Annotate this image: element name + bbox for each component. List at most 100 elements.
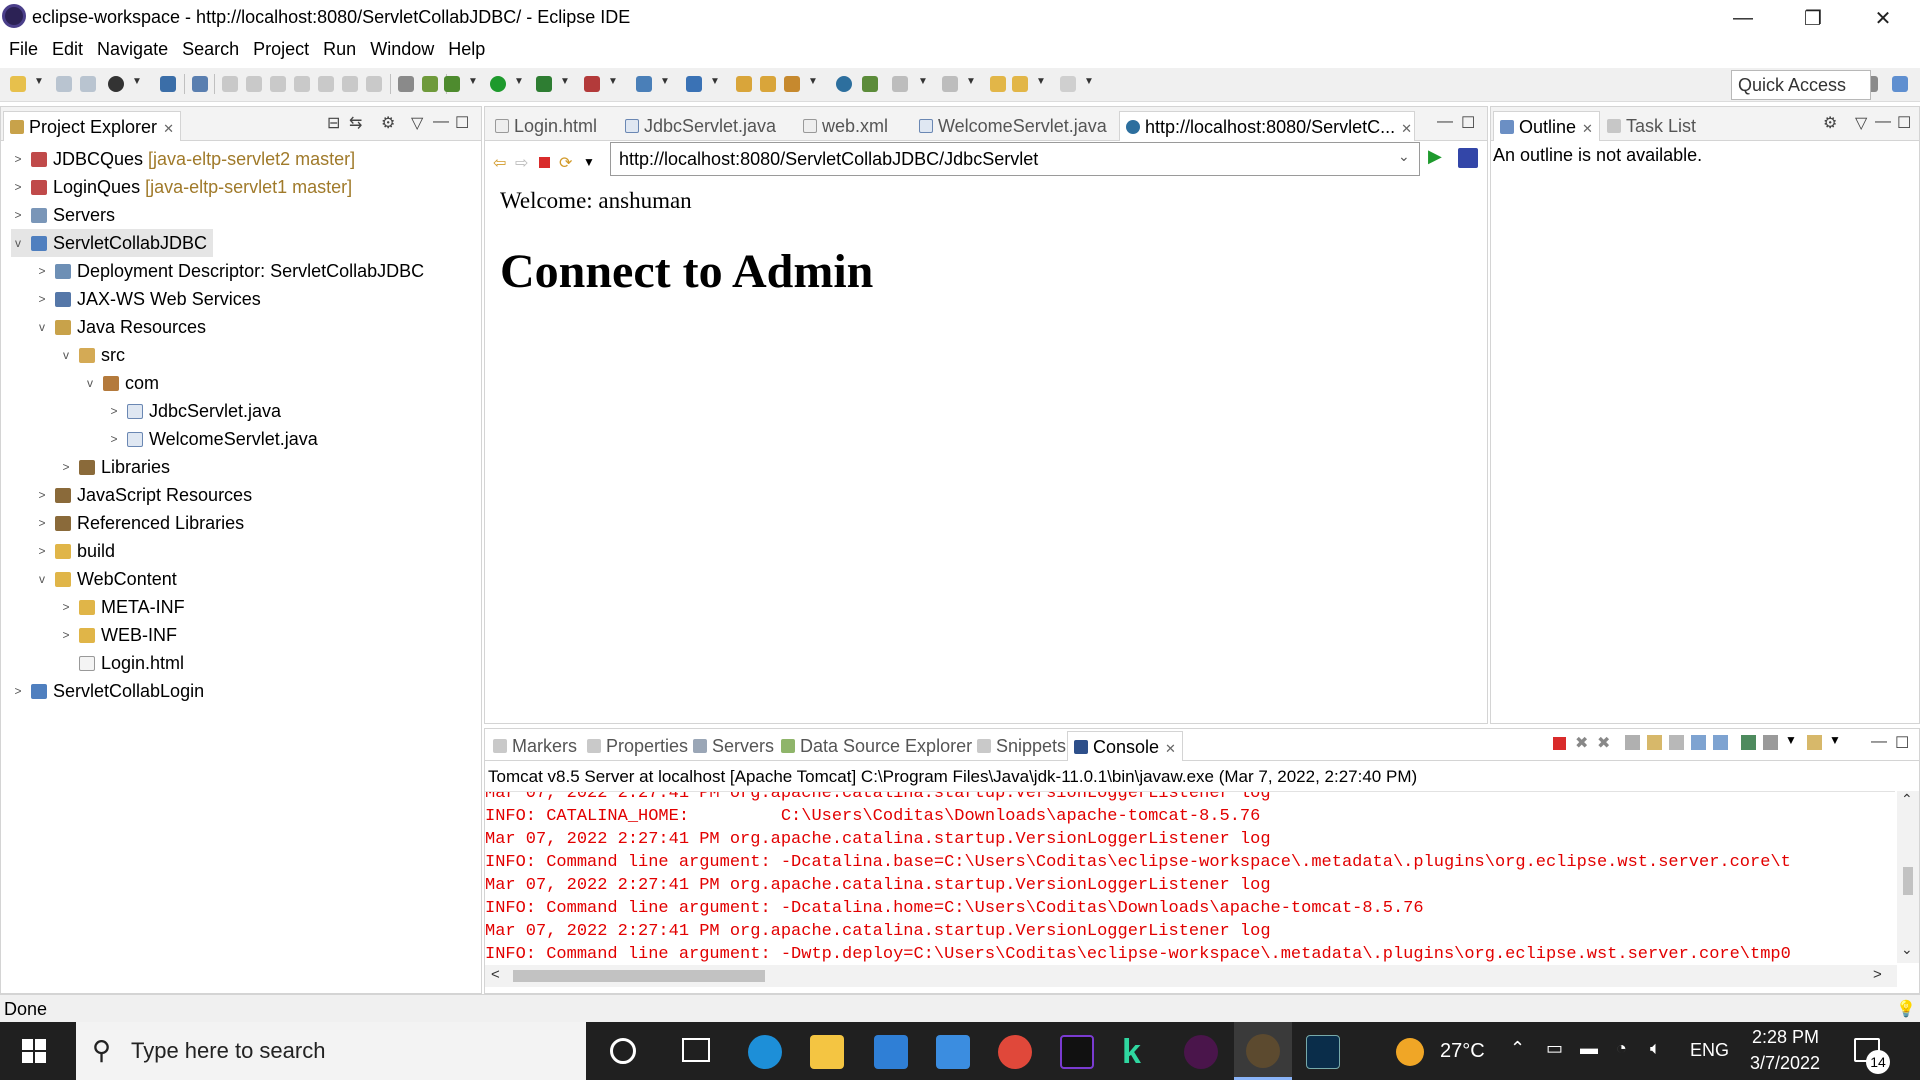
chevron-down-icon[interactable]: v [11, 236, 25, 250]
chevron-down-icon[interactable]: ▼ [560, 76, 570, 87]
search-icon[interactable] [784, 76, 800, 92]
globe-icon[interactable] [836, 76, 852, 92]
maximize-view-icon[interactable]: ☐ [1895, 733, 1909, 753]
tree-node-servletcollabjdbc[interactable]: v ServletCollabJDBC [11, 229, 214, 257]
minimize-view-icon[interactable]: — [433, 113, 449, 131]
remove-all-icon[interactable]: ✖ [1597, 733, 1610, 753]
annotation-icon[interactable] [862, 76, 878, 92]
tree-node-webcontent[interactable]: v WebContent [35, 565, 177, 593]
browser-menu-icon[interactable] [1458, 148, 1478, 168]
show-stdout-icon[interactable] [1691, 735, 1706, 750]
slack-icon[interactable] [1184, 1035, 1218, 1069]
chevron-right-icon[interactable]: > [11, 208, 25, 222]
edge-icon[interactable] [748, 1035, 782, 1069]
url-input[interactable]: http://localhost:8080/ServletCollabJDBC/… [610, 142, 1420, 176]
tree-node-deployment-descriptor[interactable]: > Deployment Descriptor: ServletCollabJDB… [35, 257, 424, 285]
chevron-right-icon[interactable]: > [11, 152, 25, 166]
tree-node-web-inf[interactable]: > WEB-INF [59, 621, 177, 649]
tree-node-libraries[interactable]: > Libraries [59, 453, 170, 481]
close-icon[interactable]: ✕ [1582, 121, 1593, 136]
forward-icon[interactable] [1060, 76, 1076, 92]
chevron-down-icon[interactable]: v [59, 348, 73, 362]
tree-node-jax-ws[interactable]: > JAX-WS Web Services [35, 285, 260, 313]
display-console-icon[interactable] [1763, 735, 1778, 750]
open-type-icon[interactable] [736, 76, 752, 92]
menu-run[interactable]: Run [316, 36, 363, 66]
open-perspective-icon[interactable] [398, 76, 414, 92]
tab-browser[interactable]: http://localhost:8080/ServletC... ✕ [1119, 111, 1415, 141]
url-dropdown-icon[interactable]: ⌄ [1398, 148, 1410, 165]
step-return-icon[interactable] [366, 76, 382, 92]
language-indicator[interactable]: ENG [1690, 1040, 1729, 1061]
clock-time[interactable]: 2:28 PM [1752, 1027, 1819, 1048]
remove-launch-icon[interactable]: ✖ [1575, 733, 1588, 753]
store-icon[interactable] [874, 1035, 908, 1069]
run-icon[interactable] [490, 76, 506, 92]
tree-node-jdbcservlet-java[interactable]: > JdbcServlet.java [107, 397, 281, 425]
tree-node-javascript-resources[interactable]: > JavaScript Resources [35, 481, 252, 509]
tree-node-referenced-libraries[interactable]: > Referenced Libraries [35, 509, 244, 537]
new-class-icon[interactable] [686, 76, 702, 92]
tab-snippets[interactable]: Snippets [971, 731, 1072, 761]
chevron-right-icon[interactable]: > [35, 544, 49, 558]
windows-start-icon[interactable] [22, 1039, 46, 1063]
battery-icon[interactable]: ▬ [1580, 1038, 1598, 1059]
chevron-right-icon[interactable]: > [35, 488, 49, 502]
minimize-view-icon[interactable]: — [1875, 113, 1891, 131]
mysql-icon[interactable] [1306, 1035, 1340, 1069]
close-icon[interactable]: ✕ [163, 121, 174, 136]
menu-project[interactable]: Project [246, 36, 316, 66]
java-ee-perspective-icon[interactable] [1892, 76, 1908, 92]
chevron-down-icon[interactable]: ▼ [966, 76, 976, 87]
tab-outline[interactable]: Outline ✕ [1493, 111, 1600, 141]
resume-icon[interactable] [222, 76, 238, 92]
restore-button[interactable]: ❐ [1778, 0, 1848, 36]
chevron-right-icon[interactable]: > [35, 516, 49, 530]
tree-node-servletcollablogin[interactable]: > ServletCollabLogin [11, 677, 204, 705]
maximize-view-icon[interactable]: ☐ [1461, 113, 1475, 133]
tree-node-loginques[interactable]: > LoginQues [java-eltp-servlet1 master] [11, 173, 352, 201]
chevron-down-icon[interactable]: ▼ [1084, 76, 1094, 87]
chevron-up-icon[interactable]: ⌃ [1510, 1038, 1525, 1059]
tip-icon[interactable]: 💡 [1896, 999, 1916, 1019]
debug-icon[interactable] [108, 76, 124, 92]
vertical-scroll-thumb[interactable] [1903, 867, 1913, 895]
tree-node-servers[interactable]: > Servers [11, 201, 115, 229]
quick-access-input[interactable]: Quick Access [1731, 70, 1871, 100]
refresh-icon[interactable]: ⟳ [559, 153, 572, 173]
tree-node-build[interactable]: > build [35, 537, 115, 565]
chevron-down-icon[interactable]: ▼ [710, 76, 720, 87]
forward-icon[interactable]: ⇨ [515, 153, 528, 173]
menu-help[interactable]: Help [441, 36, 492, 66]
tree-node-src[interactable]: v src [59, 341, 125, 369]
filter-icon[interactable]: ⚙ [381, 113, 395, 133]
scroll-left-icon[interactable]: < [491, 966, 500, 983]
cortana-icon[interactable] [610, 1038, 636, 1064]
filter-icon[interactable]: ⚙ [1823, 113, 1837, 133]
previous-annotation-icon[interactable] [942, 76, 958, 92]
console-output[interactable]: Mar 07, 2022 2:27:41 PM org.apache.catal… [485, 791, 1895, 963]
chevron-down-icon[interactable]: ▼ [918, 76, 928, 87]
chevron-right-icon[interactable]: > [59, 460, 73, 474]
menu-edit[interactable]: Edit [45, 36, 90, 66]
tree-node-login-html[interactable]: Login.html [79, 649, 184, 677]
chevron-down-icon[interactable]: ▼ [808, 76, 818, 87]
tree-node-java-resources[interactable]: v Java Resources [35, 313, 206, 341]
new-icon[interactable] [10, 76, 26, 92]
chevron-down-icon[interactable]: ▼ [660, 76, 670, 87]
back-icon[interactable] [1012, 76, 1028, 92]
chevron-down-icon[interactable]: ▼ [1785, 733, 1797, 747]
chevron-down-icon[interactable]: ▼ [583, 155, 595, 169]
debug-run-icon[interactable] [444, 76, 460, 92]
maximize-view-icon[interactable]: ☐ [455, 113, 469, 133]
chevron-right-icon[interactable]: > [107, 404, 121, 418]
menu-window[interactable]: Window [363, 36, 441, 66]
chevron-down-icon[interactable]: v [35, 572, 49, 586]
tree-node-welcomeservlet-java[interactable]: > WelcomeServlet.java [107, 425, 317, 453]
tab-jdbcservlet-java[interactable]: JdbcServlet.java [619, 111, 782, 141]
tab-data-source-explorer[interactable]: Data Source Explorer [775, 731, 978, 761]
chevron-down-icon[interactable]: v [83, 376, 97, 390]
tab-properties[interactable]: Properties [581, 731, 694, 761]
chevron-down-icon[interactable]: ▼ [1036, 76, 1046, 87]
chevron-right-icon[interactable]: > [35, 264, 49, 278]
